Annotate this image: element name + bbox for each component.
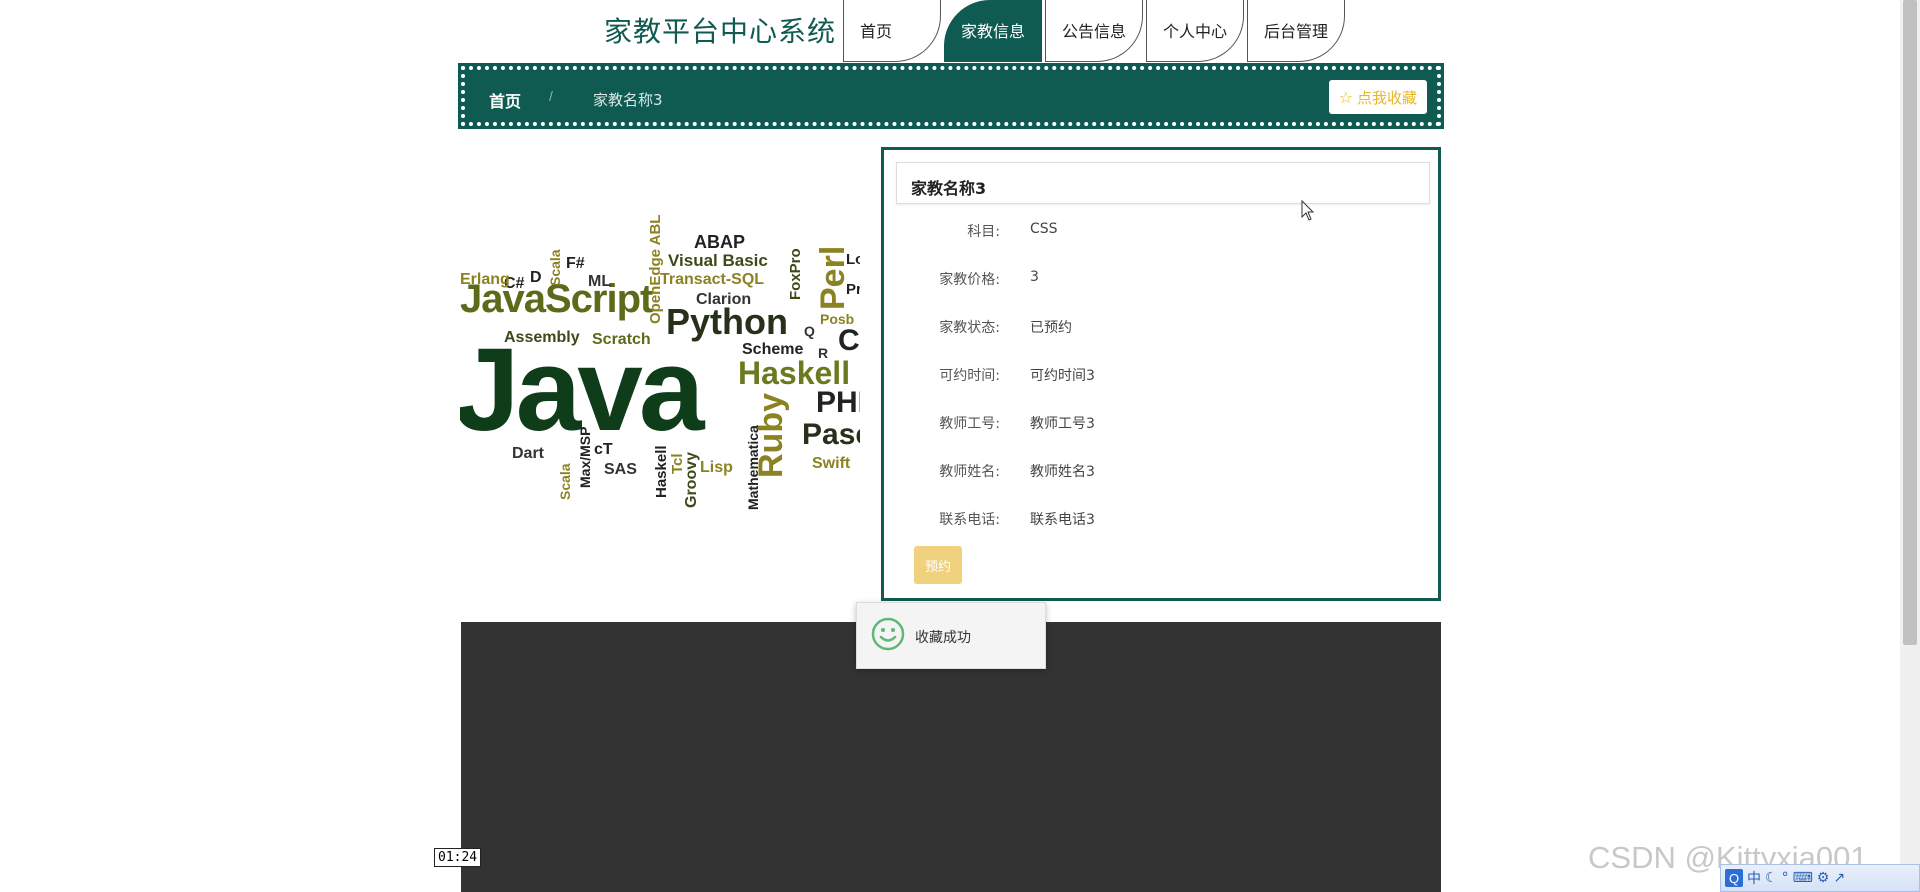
nav-tab-label: 个人中心 <box>1163 22 1228 41</box>
favorite-label: 点我收藏 <box>1356 88 1417 107</box>
field-label: 科目: <box>967 224 1000 240</box>
field-value: 可约时间3 <box>1030 368 1095 384</box>
nav-tab-profile[interactable]: 个人中心 <box>1146 0 1244 62</box>
nav-tab-home[interactable]: 首页 <box>843 0 941 62</box>
word-dart: Dart <box>512 445 545 462</box>
word-d: D <box>530 269 542 286</box>
site-brand: 家教平台中心系统 <box>604 15 837 48</box>
breadcrumb-home-link[interactable]: 首页 <box>489 88 521 112</box>
word-r: R <box>818 345 828 361</box>
word-maxmsp: Max/MSP <box>577 427 593 488</box>
field-value: 教师工号3 <box>1030 416 1095 432</box>
field-label: 家教价格: <box>939 272 1000 288</box>
word-tcl: Tcl <box>669 453 686 474</box>
scrollbar-thumb[interactable] <box>1903 0 1917 645</box>
nav-tab-label: 公告信息 <box>1062 22 1127 41</box>
field-price: 家教价格: 3 <box>884 269 1440 299</box>
field-value: 3 <box>1030 269 1039 285</box>
word-assembly: Assembly <box>504 329 580 346</box>
word-swift: Swift <box>812 455 851 472</box>
word-q: Q <box>804 323 815 339</box>
word-foxpro: FoxPro <box>787 248 804 300</box>
field-teacher-id: 教师工号: 教师工号3 <box>884 413 1440 443</box>
word-ct: cT <box>594 441 613 458</box>
share-icon[interactable]: ↗ <box>1833 870 1845 886</box>
video-timestamp: 01:24 <box>434 848 482 867</box>
word-scala-bottom: Scala <box>557 463 573 500</box>
word-scheme: Scheme <box>742 341 803 358</box>
field-value: 已预约 <box>1030 320 1072 336</box>
field-available-time: 可约时间: 可约时间3 <box>884 365 1440 395</box>
settings-icon[interactable]: ⚙ <box>1817 870 1830 886</box>
word-php: PHP <box>816 386 860 419</box>
toast-message: 收藏成功 <box>915 630 971 646</box>
word-abap: ABAP <box>694 232 745 252</box>
breadcrumb-separator: / <box>549 88 553 104</box>
word-pascal: Pascal <box>802 418 860 451</box>
word-ml: ML <box>588 273 611 290</box>
favorite-button[interactable]: ☆ 点我收藏 <box>1328 80 1427 114</box>
field-label: 可约时间: <box>939 368 1000 384</box>
nav-tab-label: 首页 <box>860 22 893 41</box>
nav-tab-label: 后台管理 <box>1264 22 1329 41</box>
nav-tab-announcements[interactable]: 公告信息 <box>1045 0 1143 62</box>
dot-icon[interactable]: ° <box>1782 870 1789 886</box>
word-c: C <box>838 324 860 357</box>
nav-tab-label: 家教信息 <box>961 22 1026 41</box>
tutor-detail-panel: 家教名称3 科目: CSS 家教价格: 3 家教状态: 已预约 可约时间: 可约… <box>881 147 1441 601</box>
tutor-image: Java JavaScript Python Haskell Ruby Perl… <box>460 215 860 510</box>
field-label: 联系电话: <box>939 512 1000 528</box>
word-openedge: OpenEdge ABL <box>647 215 664 324</box>
nav-tab-tutor-info[interactable]: 家教信息 <box>944 0 1042 62</box>
field-label: 教师姓名: <box>939 464 1000 480</box>
system-tray: Q 中 ☾ ° ⌨ ⚙ ↗ <box>1720 864 1920 892</box>
word-sas: SAS <box>604 461 637 478</box>
field-subject: 科目: CSS <box>884 221 1440 251</box>
word-visual-basic: Visual Basic <box>668 251 768 270</box>
keyboard-icon[interactable]: ⌨ <box>1793 870 1813 886</box>
word-erlang: Erlang <box>460 271 510 288</box>
field-status: 家教状态: 已预约 <box>884 317 1440 347</box>
nav-tab-admin[interactable]: 后台管理 <box>1247 0 1345 62</box>
app-root: 家教平台中心系统 首页 家教信息 公告信息 个人中心 后台管理 首页 / 家教名… <box>0 0 1920 892</box>
field-value: 教师姓名3 <box>1030 464 1095 480</box>
main-nav: 首页 家教信息 公告信息 个人中心 后台管理 <box>843 0 1348 62</box>
field-label: 教师工号: <box>939 416 1000 432</box>
ime-language-toggle[interactable]: 中 <box>1747 868 1761 888</box>
word-clarion: Clarion <box>696 291 751 308</box>
moon-icon[interactable]: ☾ <box>1765 870 1778 886</box>
word-scratch: Scratch <box>592 331 651 348</box>
word-pr: Pr <box>846 281 860 298</box>
mouse-cursor-icon <box>1301 200 1315 221</box>
word-mathematica: Mathematica <box>745 425 761 510</box>
field-label: 家教状态: <box>939 320 1000 336</box>
book-button[interactable]: 预约 <box>914 546 962 584</box>
toast-notification: 收藏成功 <box>856 602 1046 669</box>
word-scala-top: Scala <box>547 249 563 286</box>
word-haskell-small: Haskell <box>653 445 670 498</box>
word-fsharp: F# <box>566 255 585 272</box>
word-lo: Lo <box>846 251 860 268</box>
field-teacher-name: 教师姓名: 教师姓名3 <box>884 461 1440 491</box>
field-value: 联系电话3 <box>1030 512 1095 528</box>
breadcrumb: 首页 / 家教名称3 ☆ 点我收藏 <box>458 63 1444 129</box>
page-scrollbar[interactable] <box>1900 0 1920 892</box>
word-transact-sql: Transact-SQL <box>660 271 764 288</box>
star-icon: ☆ <box>1338 87 1353 107</box>
smile-icon <box>871 617 905 651</box>
tutor-title: 家教名称3 <box>896 162 1430 204</box>
breadcrumb-current: 家教名称3 <box>593 91 663 109</box>
field-phone: 联系电话: 联系电话3 <box>884 509 1440 539</box>
field-value: CSS <box>1030 221 1058 237</box>
word-lisp: Lisp <box>700 459 733 476</box>
ime-logo-icon[interactable]: Q <box>1725 869 1743 887</box>
